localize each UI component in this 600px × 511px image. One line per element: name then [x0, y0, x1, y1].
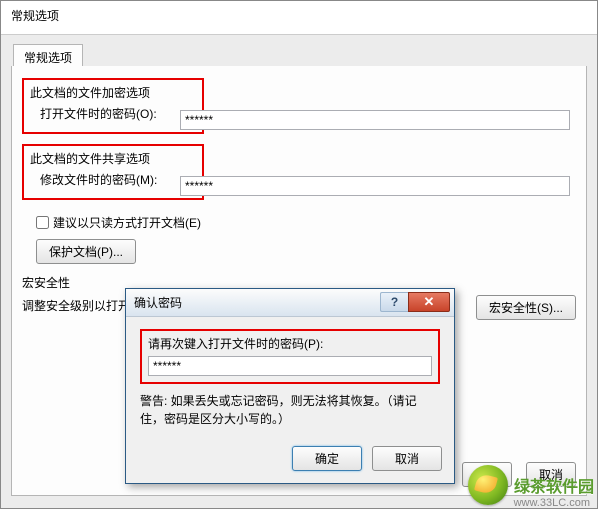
modify-password-label: 修改文件时的密码(M): [40, 171, 157, 188]
readonly-row: 建议以只读方式打开文档(E) [36, 214, 576, 231]
readonly-checkbox[interactable] [36, 216, 49, 229]
dialog-body: 请再次键入打开文件时的密码(P): 警告: 如果丢失或忘记密码，则无法将其恢复。… [126, 317, 454, 442]
confirm-password-dialog: 确认密码 ? ✕ 请再次键入打开文件时的密码(P): 警告: 如果丢失或忘记密码… [125, 288, 455, 484]
dialog-titlebar[interactable]: 确认密码 ? ✕ [126, 289, 454, 317]
open-password-input[interactable] [180, 110, 570, 130]
encrypt-section-label: 此文档的文件加密选项 [30, 84, 196, 101]
main-button-row: 确定 取消 [462, 462, 576, 487]
dialog-cancel-button[interactable]: 取消 [372, 446, 442, 471]
encrypt-highlight: 此文档的文件加密选项 打开文件时的密码(O): [22, 78, 204, 134]
share-row: 此文档的文件共享选项 修改文件时的密码(M): [22, 144, 576, 208]
dialog-button-row: 确定 取消 [126, 442, 454, 483]
share-section-label: 此文档的文件共享选项 [30, 150, 196, 167]
window-title: 常规选项 [1, 1, 597, 35]
open-password-label: 打开文件时的密码(O): [40, 105, 157, 122]
encrypt-row: 此文档的文件加密选项 打开文件时的密码(O): [22, 78, 576, 142]
macro-security-button[interactable]: 宏安全性(S)... [476, 295, 576, 320]
main-ok-button[interactable]: 确定 [462, 462, 512, 487]
dialog-ok-button[interactable]: 确定 [292, 446, 362, 471]
password-warning: 警告: 如果丢失或忘记密码，则无法将其恢复。（请记住，密码是区分大小写的。） [140, 392, 440, 428]
confirm-prompt: 请再次键入打开文件时的密码(P): [148, 335, 432, 352]
help-icon[interactable]: ? [380, 292, 408, 312]
confirm-password-input[interactable] [148, 356, 432, 376]
tab-strip: 常规选项 [11, 43, 587, 67]
protect-document-button[interactable]: 保护文档(P)... [36, 239, 136, 264]
watermark-url: www.33LC.com [514, 497, 590, 509]
modify-password-input[interactable] [180, 176, 570, 196]
dialog-title: 确认密码 [134, 294, 182, 311]
close-icon[interactable]: ✕ [408, 292, 450, 312]
readonly-label: 建议以只读方式打开文档(E) [53, 214, 201, 231]
confirm-highlight: 请再次键入打开文件时的密码(P): [140, 329, 440, 384]
main-cancel-button[interactable]: 取消 [526, 462, 576, 487]
share-highlight: 此文档的文件共享选项 修改文件时的密码(M): [22, 144, 204, 200]
